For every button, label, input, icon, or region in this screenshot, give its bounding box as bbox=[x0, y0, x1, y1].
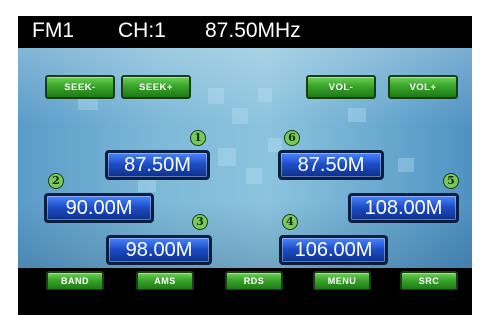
radio-screen: FM1 CH:1 87.50MHz SEEK- SEEK+ VOL- VOL+ … bbox=[18, 16, 472, 315]
seek-down-button[interactable]: SEEK- bbox=[45, 75, 115, 99]
background-tile bbox=[208, 88, 224, 104]
background-tile bbox=[258, 88, 272, 102]
preset-button-6[interactable]: 87.50M bbox=[278, 150, 384, 180]
background-tile bbox=[348, 108, 366, 122]
status-bar: FM1 CH:1 87.50MHz bbox=[18, 16, 472, 46]
preset-number-badge: 1 bbox=[190, 130, 206, 146]
rds-button[interactable]: RDS bbox=[225, 271, 283, 291]
background-tile bbox=[78, 98, 98, 110]
preset-number-badge: 2 bbox=[48, 173, 64, 189]
vol-up-button[interactable]: VOL+ bbox=[388, 75, 458, 99]
preset-number-badge: 3 bbox=[192, 214, 208, 230]
background-tile bbox=[138, 178, 156, 192]
background-tile bbox=[232, 108, 248, 124]
tuner-panel: SEEK- SEEK+ VOL- VOL+ 1 2 3 4 5 6 87.50M… bbox=[18, 48, 472, 268]
band-indicator: FM1 bbox=[32, 19, 74, 42]
preset-number-badge: 4 bbox=[282, 214, 298, 230]
background-tile bbox=[218, 148, 236, 166]
preset-number-badge: 6 bbox=[284, 130, 300, 146]
src-button[interactable]: SRC bbox=[400, 271, 458, 291]
preset-button-3[interactable]: 98.00M bbox=[106, 235, 212, 265]
background-tile bbox=[246, 168, 262, 184]
channel-indicator: CH:1 bbox=[118, 19, 166, 42]
ams-button[interactable]: AMS bbox=[136, 271, 194, 291]
bottom-menu-bar: BAND AMS RDS MENU SRC bbox=[18, 268, 472, 291]
preset-number-badge: 5 bbox=[443, 173, 459, 189]
band-button[interactable]: BAND bbox=[46, 271, 104, 291]
footer-strip bbox=[18, 290, 472, 315]
menu-button[interactable]: MENU bbox=[313, 271, 371, 291]
preset-button-2[interactable]: 90.00M bbox=[44, 193, 154, 223]
preset-button-4[interactable]: 106.00M bbox=[279, 235, 388, 265]
preset-button-5[interactable]: 108.00M bbox=[348, 193, 459, 223]
current-frequency: 87.50MHz bbox=[205, 19, 301, 42]
preset-button-1[interactable]: 87.50M bbox=[105, 150, 210, 180]
vol-down-button[interactable]: VOL- bbox=[306, 75, 376, 99]
background-tile bbox=[398, 158, 414, 172]
seek-up-button[interactable]: SEEK+ bbox=[121, 75, 191, 99]
